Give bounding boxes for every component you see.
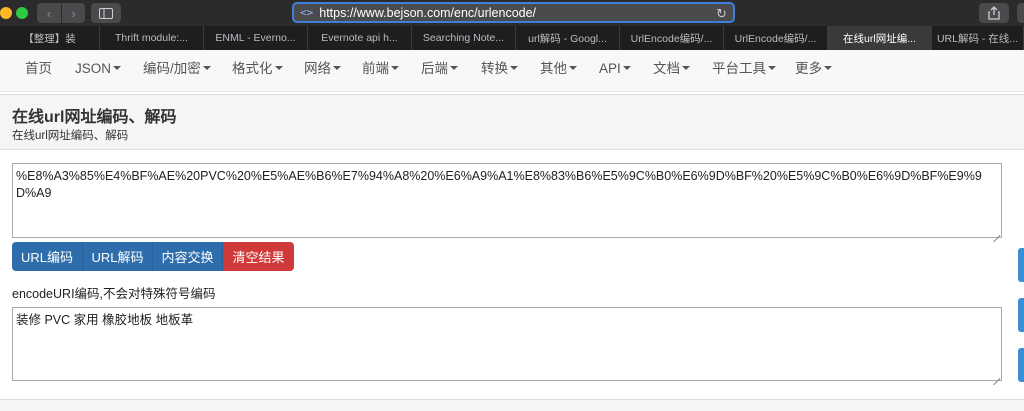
- panel-heading: 在线url网址编码、解码 在线url网址编码、解码: [0, 94, 1024, 150]
- result-output-value: 装修 PVC 家用 橡胶地板 地板革: [16, 313, 194, 327]
- tab-strip: 【整理】装 Thrift module:... ENML - Everno...…: [0, 26, 1024, 50]
- result-output-textarea[interactable]: 装修 PVC 家用 橡胶地板 地板革: [12, 307, 1002, 381]
- panel-footer: [0, 399, 1024, 411]
- url-encode-button[interactable]: URL编码: [12, 242, 83, 271]
- caret-down-icon: [682, 66, 690, 71]
- caret-down-icon: [824, 66, 832, 71]
- sidebar-toggle-button[interactable]: [91, 3, 121, 23]
- nav-item-platform-tools[interactable]: 平台工具: [712, 50, 776, 92]
- resize-handle-icon[interactable]: [992, 371, 1000, 379]
- nav-item-format[interactable]: 格式化: [232, 50, 283, 92]
- swap-content-button[interactable]: 内容交换: [153, 242, 223, 271]
- nav-item-frontend[interactable]: 前端: [362, 50, 399, 92]
- browser-tab[interactable]: Evernote api h...: [308, 26, 412, 50]
- browser-tab[interactable]: 【整理】装: [0, 26, 100, 50]
- caret-down-icon: [113, 66, 122, 71]
- minimize-window-button[interactable]: [0, 7, 12, 19]
- nav-item-network[interactable]: 网络: [304, 50, 341, 92]
- nav-item-home[interactable]: 首页: [25, 50, 52, 92]
- caret-down-icon: [391, 66, 399, 71]
- browser-tab-active[interactable]: 在线url网址编...: [828, 26, 932, 50]
- forward-button[interactable]: ›: [61, 3, 85, 23]
- tab-label: URL解码 - 在线...: [936, 32, 1019, 45]
- address-bar[interactable]: <> https://www.bejson.com/enc/urlencode/…: [292, 2, 735, 23]
- browser-tab[interactable]: ENML - Everno...: [204, 26, 308, 50]
- browser-tab[interactable]: URL解码 - 在线...: [932, 26, 1024, 50]
- reload-icon[interactable]: ↻: [716, 6, 727, 22]
- caret-down-icon: [510, 66, 518, 71]
- nav-item-backend[interactable]: 后端: [421, 50, 458, 92]
- nav-item-encode[interactable]: 编码/加密: [143, 50, 211, 92]
- back-button[interactable]: ‹: [37, 3, 61, 23]
- zoom-window-button[interactable]: [16, 7, 28, 19]
- browser-tab[interactable]: Thrift module:...: [100, 26, 204, 50]
- chevron-left-icon: ‹: [46, 5, 52, 21]
- side-float-tab[interactable]: [1018, 348, 1024, 382]
- caret-down-icon: [768, 66, 776, 71]
- browser-tab[interactable]: UrlEncode编码/...: [620, 26, 724, 50]
- address-url: https://www.bejson.com/enc/urlencode/: [319, 5, 537, 20]
- browser-tab[interactable]: Searching Note...: [412, 26, 516, 50]
- page-title: 在线url网址编码、解码: [12, 109, 177, 126]
- page-subtitle: 在线url网址编码、解码: [12, 130, 129, 142]
- caret-down-icon: [333, 66, 341, 71]
- tab-label: UrlEncode编码/...: [630, 32, 713, 45]
- encode-note: encodeURI编码,不会对特殊符号编码: [12, 287, 216, 301]
- resize-handle-icon[interactable]: [992, 228, 1000, 236]
- code-icon: <>: [300, 6, 314, 19]
- nav-item-more[interactable]: 更多: [795, 50, 832, 92]
- url-input-textarea[interactable]: %E8%A3%85%E4%BF%AE%20PVC%20%E5%AE%B6%E7%…: [12, 163, 1002, 238]
- url-input-value: %E8%A3%85%E4%BF%AE%20PVC%20%E5%AE%B6%E7%…: [16, 169, 982, 200]
- tab-label: Evernote api h...: [321, 32, 398, 44]
- browser-tab[interactable]: url解码 - Googl...: [516, 26, 620, 50]
- caret-down-icon: [622, 66, 631, 71]
- share-icon: [988, 6, 1000, 20]
- nav-item-api[interactable]: API: [599, 50, 631, 92]
- caret-down-icon: [202, 66, 211, 71]
- nav-item-docs[interactable]: 文档: [653, 50, 690, 92]
- side-float-tab[interactable]: [1018, 298, 1024, 332]
- tab-label: ENML - Everno...: [215, 32, 296, 44]
- url-decode-button[interactable]: URL解码: [83, 242, 153, 271]
- share-button[interactable]: [979, 3, 1009, 23]
- nav-item-convert[interactable]: 转换: [481, 50, 518, 92]
- side-float-tab[interactable]: [1018, 248, 1024, 282]
- caret-down-icon: [450, 66, 458, 71]
- caret-down-icon: [274, 66, 283, 71]
- sidebar-icon: [99, 7, 113, 19]
- nav-item-other[interactable]: 其他: [540, 50, 577, 92]
- action-button-group: URL编码 URL解码 内容交换 清空结果: [12, 242, 294, 271]
- clear-result-button[interactable]: 清空结果: [223, 242, 294, 271]
- tab-label: Searching Note...: [422, 32, 505, 44]
- browser-tab[interactable]: UrlEncode编码/...: [724, 26, 828, 50]
- tab-label: Thrift module:...: [115, 32, 188, 44]
- nav-item-json[interactable]: JSON: [75, 50, 122, 92]
- tab-label: 【整理】装: [23, 32, 76, 45]
- chevron-right-icon: ›: [71, 5, 76, 21]
- caret-down-icon: [569, 66, 577, 71]
- toolbar-overflow-button[interactable]: [1017, 3, 1024, 23]
- tab-label: UrlEncode编码/...: [734, 32, 817, 45]
- site-navbar: 首页 JSON 编码/加密 格式化 网络 前端 后端 转换 其他 API 文档 …: [0, 50, 1024, 92]
- browser-toolbar: ‹ › <> https://www.bejson.com/enc/urlenc…: [0, 0, 1024, 26]
- tab-label: 在线url网址编...: [843, 32, 916, 45]
- tab-label: url解码 - Googl...: [528, 32, 607, 45]
